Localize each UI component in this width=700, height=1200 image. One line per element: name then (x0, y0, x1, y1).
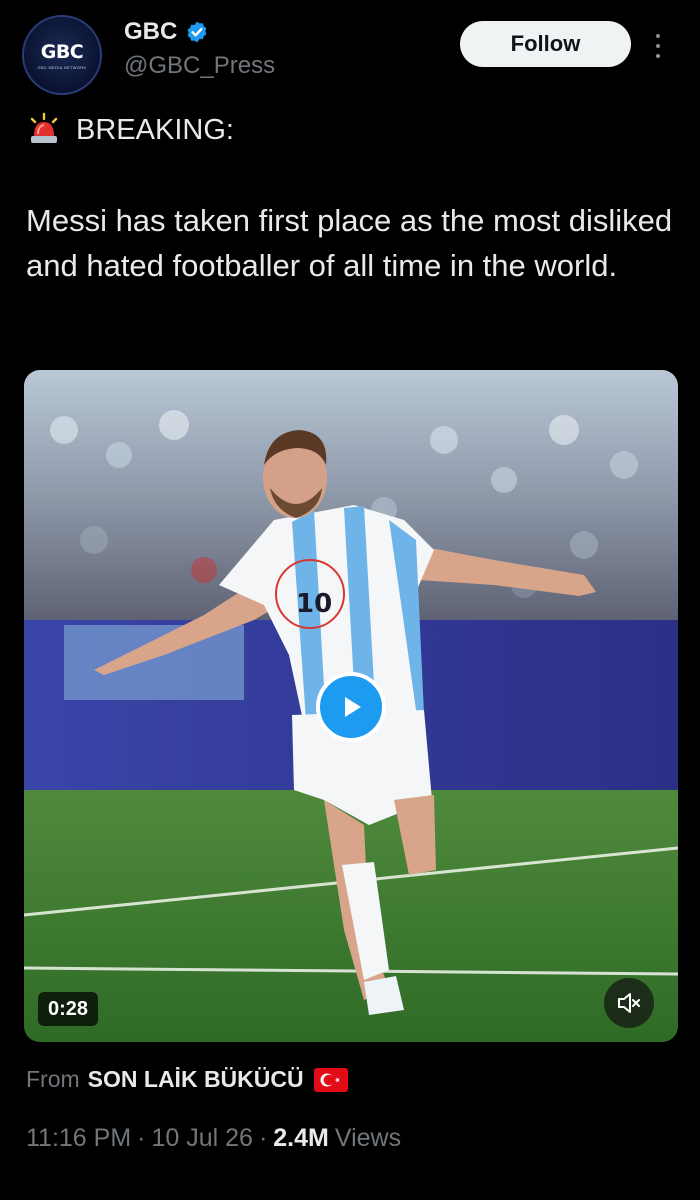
avatar-logo-text: GBC (40, 40, 84, 63)
video-player[interactable]: 10 0:28 (24, 370, 678, 1042)
post-time[interactable]: 11:16 PM (26, 1124, 131, 1153)
meta-separator: · (258, 1124, 268, 1152)
more-options-icon[interactable] (648, 28, 668, 64)
turkey-flag-icon (313, 1067, 348, 1092)
avatar[interactable]: GBC GBC MEDIA NETWORK (22, 15, 102, 95)
breaking-line: BREAKING: (26, 112, 234, 148)
post-meta: 11:16 PM · 10 Jul 26 · 2.4M Views (26, 1124, 401, 1153)
play-button[interactable] (316, 672, 386, 742)
source-prefix: From (26, 1066, 80, 1092)
mute-icon (618, 993, 640, 1013)
views-count[interactable]: 2.4M (273, 1124, 329, 1153)
breaking-label: BREAKING: (76, 113, 234, 146)
jersey-number: 10 (296, 589, 332, 619)
display-name[interactable]: GBC (124, 18, 177, 46)
meta-separator: · (137, 1124, 146, 1152)
handle[interactable]: @GBC_Press (124, 52, 275, 80)
source-app-link[interactable]: SON LAİK BÜKÜCÜ (88, 1066, 304, 1093)
post-source: From SON LAİK BÜKÜCÜ (26, 1066, 348, 1093)
views-label: Views (334, 1124, 402, 1152)
post-text: Messi has taken first place as the most … (26, 203, 673, 283)
mute-button[interactable] (604, 978, 654, 1028)
siren-icon (30, 112, 58, 143)
post-date[interactable]: 10 Jul 26 (151, 1124, 252, 1153)
video-duration: 0:28 (38, 992, 99, 1026)
post-header: GBC GBC MEDIA NETWORK GBC @GBC_Press Fol… (0, 0, 700, 100)
verified-badge-icon (187, 21, 207, 43)
play-icon (345, 697, 361, 717)
avatar-logo-subtext: GBC MEDIA NETWORK (37, 64, 87, 70)
name-row: GBC (124, 18, 209, 46)
follow-button[interactable]: Follow (460, 21, 631, 67)
